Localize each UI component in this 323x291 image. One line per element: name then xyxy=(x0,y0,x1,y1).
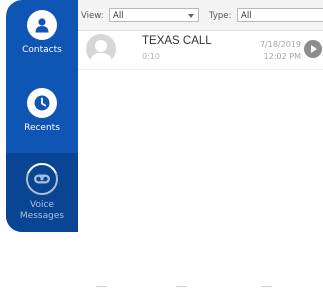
sidebar-item-label: Contacts xyxy=(22,45,62,55)
avatar xyxy=(86,34,116,64)
window-reflection xyxy=(6,173,323,232)
divider xyxy=(96,286,106,287)
play-button[interactable] xyxy=(304,40,322,58)
caller-name: TEXAS CALL xyxy=(142,35,212,47)
sidebar-item-label: Recents xyxy=(24,123,60,133)
call-time: 12:02 PM xyxy=(263,52,301,61)
chevron-down-icon xyxy=(188,14,194,18)
play-icon xyxy=(311,45,317,53)
clock-icon xyxy=(27,88,57,118)
type-label: Type: xyxy=(209,11,232,21)
call-duration: 0:10 xyxy=(142,52,160,61)
table-row[interactable]: TEXAS CALL 0:10 7/18/2019 12:02 PM xyxy=(78,31,323,70)
divider xyxy=(262,286,272,287)
person-icon xyxy=(27,10,57,40)
call-date: 7/18/2019 xyxy=(259,40,301,49)
filter-bar: View: All Type: All xyxy=(78,0,323,31)
divider xyxy=(176,286,186,287)
reflection-fade xyxy=(0,232,323,291)
sidebar-item-recents[interactable]: Recents xyxy=(6,88,78,134)
sidebar-item-contacts[interactable]: Contacts xyxy=(6,10,78,56)
view-select[interactable]: All xyxy=(109,8,199,22)
view-label: View: xyxy=(81,11,104,21)
type-select[interactable]: All xyxy=(237,8,323,22)
